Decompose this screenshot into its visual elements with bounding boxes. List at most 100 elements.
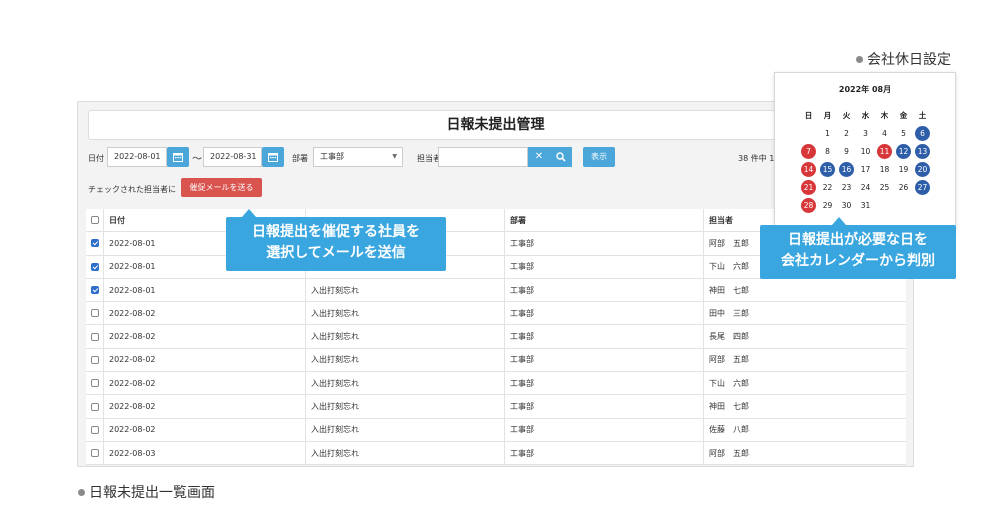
row-date: 2022-08-02 xyxy=(104,372,306,395)
row-checkbox[interactable] xyxy=(90,262,99,271)
calendar-day[interactable]: 8 xyxy=(818,142,837,160)
send-reminder-mail-button[interactable]: 催促メールを送る xyxy=(181,178,262,197)
row-checkbox[interactable] xyxy=(90,286,99,295)
row-checkbox[interactable] xyxy=(90,379,99,388)
person-input[interactable] xyxy=(438,147,528,167)
calendar-day[interactable]: 19 xyxy=(894,160,913,178)
calendar-day[interactable]: 18 xyxy=(875,160,894,178)
row-checkbox[interactable] xyxy=(90,332,99,341)
calendar-grid: 日月火水木金土 1 2 3 4 5 6 7 8 9 10 11 12 13 14 15 16 17 18 19 20 21… xyxy=(799,106,932,214)
date-to-input[interactable]: 2022-08-31 xyxy=(203,147,262,167)
mail-label: チェックされた担当者に xyxy=(88,185,176,194)
calendar-weekday: 火 xyxy=(842,110,851,120)
select-all-checkbox[interactable] xyxy=(90,216,99,225)
row-date: 2022-08-01 xyxy=(104,278,306,302)
row-check-cell xyxy=(86,441,104,465)
calendar-day-number: 9 xyxy=(844,146,849,156)
calendar-day[interactable]: 29 xyxy=(818,196,837,214)
header-dept[interactable]: 部署 xyxy=(505,209,704,232)
calendar-day[interactable]: 30 xyxy=(837,196,856,214)
calendar-weekday: 金 xyxy=(899,110,908,120)
calendar-day[interactable]: 24 xyxy=(856,178,875,196)
row-reason: 入出打刻忘れ xyxy=(306,372,505,395)
calendar-day[interactable]: 20 xyxy=(913,160,932,178)
date-from-calendar-button[interactable] xyxy=(167,147,189,167)
row-checkbox[interactable] xyxy=(90,355,99,364)
mail-callout-line1: 日報提出を催促する社員を xyxy=(252,224,420,240)
row-checkbox[interactable] xyxy=(90,425,99,434)
table-row[interactable]: 2022-08-02 入出打刻忘れ 工事部 田中 三郎 xyxy=(86,302,906,326)
calendar-day[interactable]: 23 xyxy=(837,178,856,196)
calendar-day-number: 2 xyxy=(844,128,849,138)
calendar-day-number: 20 xyxy=(915,161,930,177)
calendar-day[interactable]: 9 xyxy=(837,142,856,160)
clear-button[interactable]: ✕ xyxy=(528,147,550,167)
row-checkbox[interactable] xyxy=(90,402,99,411)
select-all-cell xyxy=(86,209,104,232)
calendar-day[interactable]: 11 xyxy=(875,142,894,160)
calendar-day[interactable]: 13 xyxy=(913,142,932,160)
table-row[interactable]: 2022-08-02 入出打刻忘れ 工事部 下山 六郎 xyxy=(86,372,906,396)
calendar-day-number: 31 xyxy=(860,200,871,210)
table-row[interactable]: 2022-08-02 入出打刻忘れ 工事部 阿部 五郎 xyxy=(86,348,906,373)
date-to-calendar-button[interactable] xyxy=(262,147,284,167)
calendar-day[interactable]: 15 xyxy=(818,160,837,178)
calendar-day-number: 14 xyxy=(801,161,816,177)
calendar-day[interactable]: 7 xyxy=(799,142,818,160)
calendar-day[interactable]: 12 xyxy=(894,142,913,160)
holiday-setting-caption: 会社休日設定 xyxy=(856,49,951,69)
calendar-day[interactable]: 1 xyxy=(818,124,837,142)
row-checkbox[interactable] xyxy=(90,309,99,318)
calendar-day[interactable]: 2 xyxy=(837,124,856,142)
table-row[interactable]: 2022-08-02 入出打刻忘れ 工事部 長尾 四郎 xyxy=(86,325,906,349)
mail-callout: 日報提出を催促する社員を 選択してメールを送信 xyxy=(226,209,446,271)
search-button[interactable] xyxy=(550,147,572,167)
list-screen-caption-text: 日報未提出一覧画面 xyxy=(89,485,215,501)
show-button[interactable]: 表示 xyxy=(583,147,615,167)
calendar-day[interactable]: 4 xyxy=(875,124,894,142)
calendar-day[interactable]: 10 xyxy=(856,142,875,160)
calendar-weekday: 水 xyxy=(861,110,870,120)
calendar-callout: 日報提出が必要な日を 会社カレンダーから判別 xyxy=(760,217,956,279)
search-icon xyxy=(556,152,566,162)
calendar-day[interactable]: 22 xyxy=(818,178,837,196)
calendar-day-number: 24 xyxy=(860,182,871,192)
calendar-day[interactable]: 21 xyxy=(799,178,818,196)
calendar-day-number: 28 xyxy=(801,197,816,213)
calendar-day[interactable]: 3 xyxy=(856,124,875,142)
table-row[interactable]: 2022-08-02 入出打刻忘れ 工事部 佐藤 八郎 xyxy=(86,418,906,442)
table-row[interactable]: 2022-08-02 入出打刻忘れ 工事部 神田 七郎 xyxy=(86,395,906,419)
calendar-day[interactable]: 25 xyxy=(875,178,894,196)
calendar-day[interactable]: 5 xyxy=(894,124,913,142)
calendar-day[interactable]: 6 xyxy=(913,124,932,142)
row-dept: 工事部 xyxy=(505,255,704,278)
row-checkbox[interactable] xyxy=(90,239,99,248)
table-row[interactable]: 2022-08-03 入出打刻忘れ 工事部 阿部 五郎 xyxy=(86,441,906,466)
row-person: 佐藤 八郎 xyxy=(709,425,749,435)
calendar-day[interactable]: 26 xyxy=(894,178,913,196)
dept-select[interactable]: 工事部 ▼ xyxy=(313,147,403,167)
table-row[interactable]: 2022-08-01 入出打刻忘れ 工事部 神田 七郎 xyxy=(86,278,906,303)
row-check-cell xyxy=(86,325,104,348)
calendar-callout-line1: 日報提出が必要な日を xyxy=(788,232,928,248)
calendar-day[interactable]: 27 xyxy=(913,178,932,196)
row-reason: 入出打刻忘れ xyxy=(306,348,505,372)
date-from-input[interactable]: 2022-08-01 xyxy=(107,147,167,167)
calendar-day[interactable]: 16 xyxy=(837,160,856,178)
calendar-day-number: 22 xyxy=(822,182,833,192)
calendar-day-number: 7 xyxy=(801,143,816,159)
calendar-day[interactable]: 17 xyxy=(856,160,875,178)
calendar-day[interactable]: 31 xyxy=(856,196,875,214)
row-person: 神田 七郎 xyxy=(709,285,749,295)
row-check-cell xyxy=(86,348,104,372)
row-checkbox[interactable] xyxy=(90,449,99,458)
calendar-day-number: 17 xyxy=(860,164,871,174)
row-dept: 工事部 xyxy=(505,348,704,372)
row-date: 2022-08-02 xyxy=(104,395,306,418)
row-date: 2022-08-02 xyxy=(104,348,306,372)
calendar-day[interactable]: 28 xyxy=(799,196,818,214)
row-check-cell xyxy=(86,232,104,255)
calendar-day-number xyxy=(896,198,911,213)
calendar-day-number xyxy=(801,126,816,141)
calendar-day[interactable]: 14 xyxy=(799,160,818,178)
